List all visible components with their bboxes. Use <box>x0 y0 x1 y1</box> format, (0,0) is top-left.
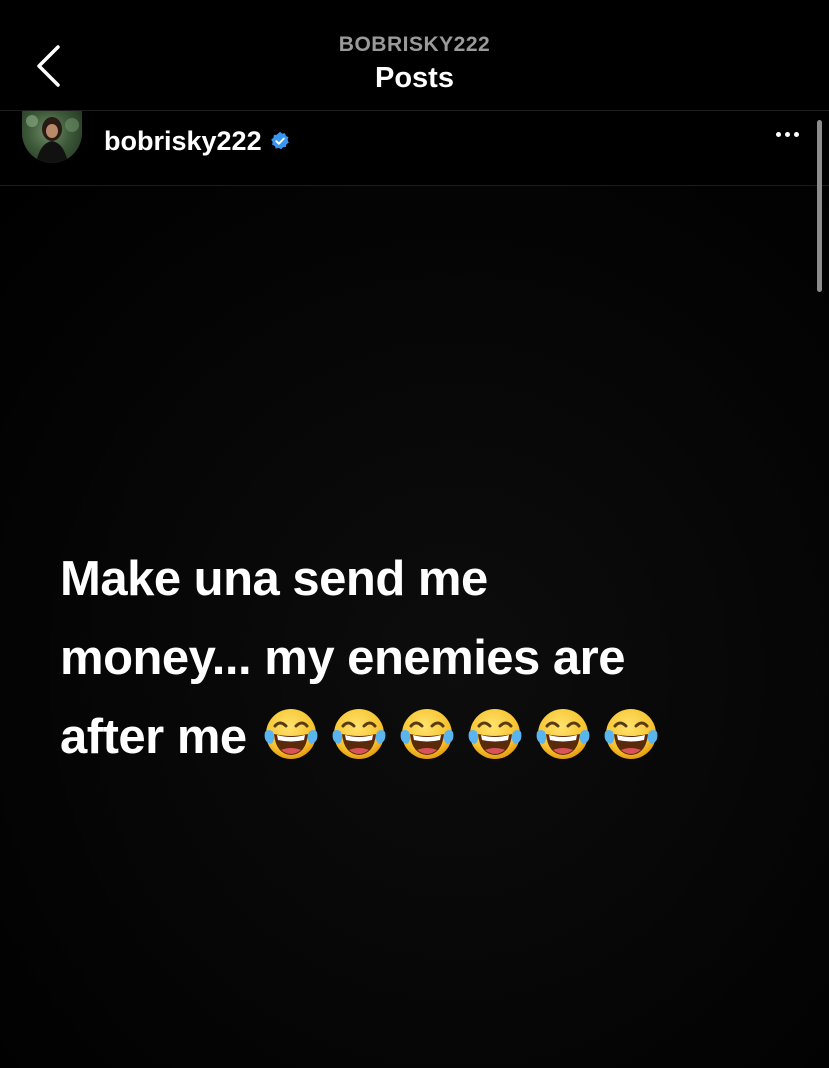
post-username[interactable]: bobrisky222 <box>104 126 262 157</box>
tears-of-joy-emoji-icon <box>400 709 454 760</box>
more-dot-icon <box>775 131 781 137</box>
header-titles: BOBRISKY222 Posts <box>0 32 829 96</box>
avatar-photo <box>26 115 79 163</box>
emoji-row <box>261 704 661 764</box>
tears-of-joy-emoji-icon <box>332 709 386 760</box>
caption-line-last: after me <box>60 698 800 777</box>
tears-of-joy-emoji-icon <box>468 709 522 760</box>
avatar[interactable] <box>22 111 82 163</box>
more-dot-icon <box>784 131 790 137</box>
more-dot-icon <box>793 131 799 137</box>
caption-line: money... my enemies are <box>60 631 626 685</box>
post-header: bobrisky222 <box>0 111 829 186</box>
verified-badge-icon <box>270 131 289 150</box>
tears-of-joy-emoji-icon <box>536 709 590 760</box>
scrollbar[interactable] <box>817 120 822 292</box>
more-options-button[interactable] <box>767 119 807 149</box>
caption-line: Make una send me <box>60 552 488 606</box>
top-navigation-bar: BOBRISKY222 Posts <box>0 0 829 111</box>
header-username: BOBRISKY222 <box>338 33 491 56</box>
username-row: bobrisky222 <box>104 121 290 161</box>
page-title: Posts <box>375 62 454 94</box>
post-caption-text: Make una send me money... my enemies are… <box>60 540 800 777</box>
tears-of-joy-emoji-icon <box>264 709 318 760</box>
caption-line-text: after me <box>60 710 247 764</box>
tears-of-joy-emoji-icon <box>604 709 658 760</box>
